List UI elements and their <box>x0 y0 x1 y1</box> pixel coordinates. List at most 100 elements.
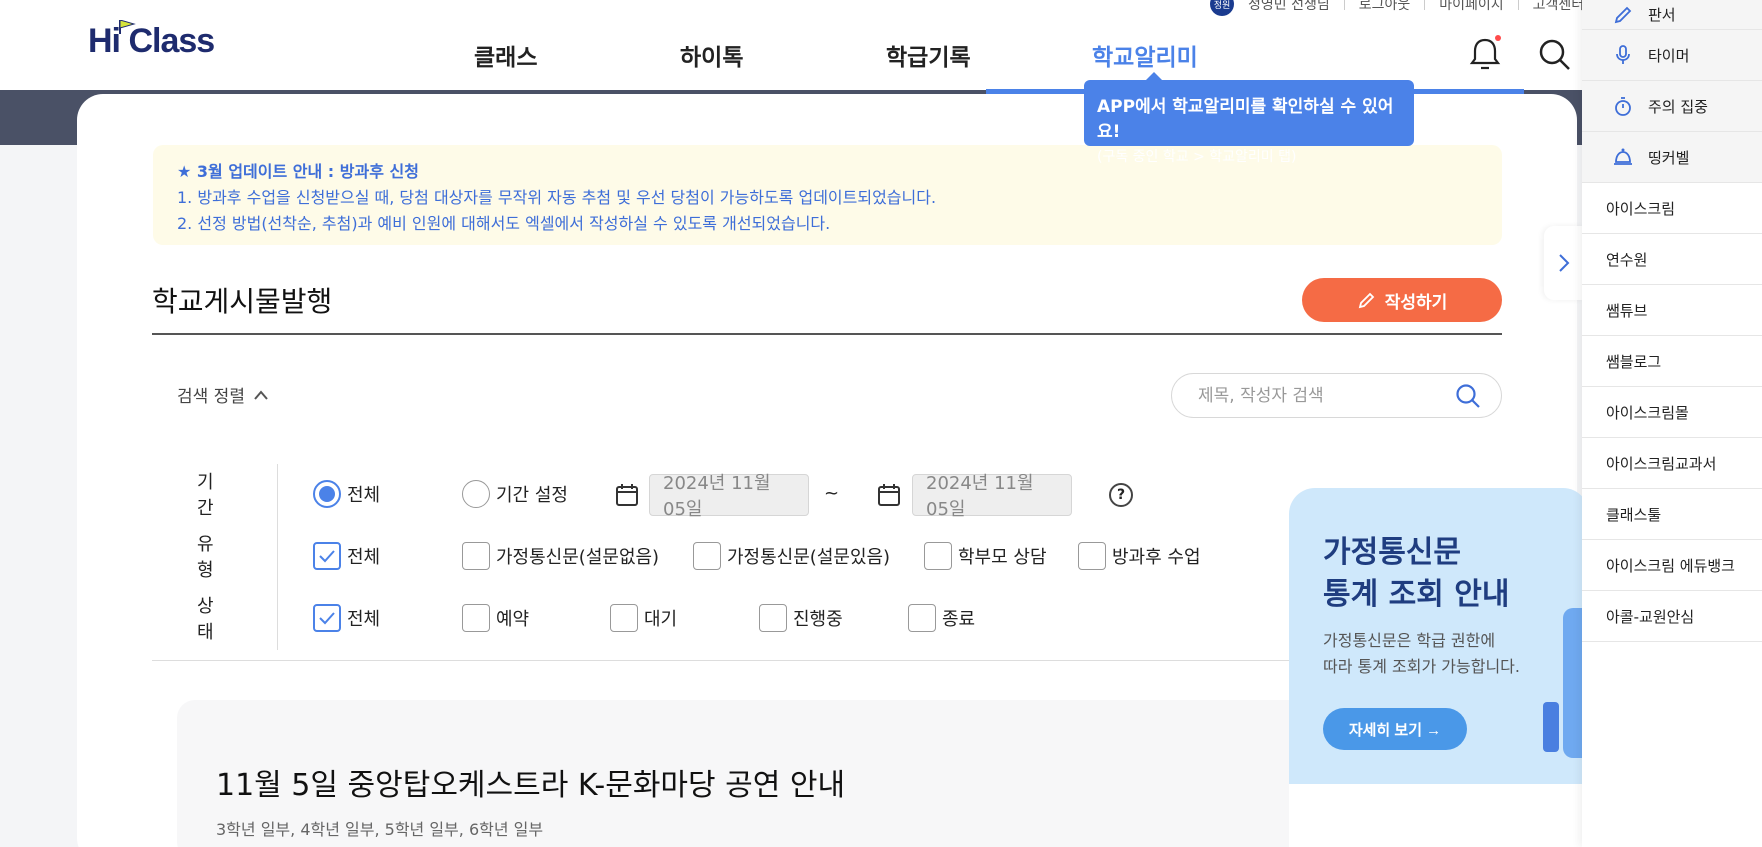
search-icon[interactable] <box>1538 38 1572 72</box>
type-parent-consult-checkbox[interactable]: 학부모 상담 <box>924 542 1047 570</box>
type-afterschool-checkbox[interactable]: 방과후 수업 <box>1078 542 1201 570</box>
status-option-label: 전체 <box>347 609 381 630</box>
status-option-label: 진행중 <box>793 609 843 630</box>
status-in-progress-checkbox[interactable]: 진행중 <box>759 604 843 632</box>
checkbox-unchecked[interactable] <box>610 604 638 632</box>
status-ended-checkbox[interactable]: 종료 <box>908 604 975 632</box>
end-date-field[interactable]: 2024년 11월 05일 <box>912 473 1072 520</box>
calendar-icon[interactable] <box>876 482 902 508</box>
status-reserved-checkbox[interactable]: 예약 <box>462 604 529 632</box>
bell-icon <box>1614 148 1632 165</box>
divider <box>1343 0 1345 10</box>
post-target: 3학년 일부, 4학년 일부, 5학년 일부, 6학년 일부 <box>216 820 544 839</box>
chevron-right-icon <box>1559 254 1570 272</box>
radio-unchecked[interactable] <box>462 480 490 508</box>
tool-thinkerbell[interactable]: 띵커벨 <box>1582 132 1762 183</box>
link-ssamtube[interactable]: 쌤튜브 <box>1582 285 1762 336</box>
post-title[interactable]: 11월 5일 중앙탑오케스트라 K-문화마당 공연 안내 <box>216 760 845 804</box>
link-classtool[interactable]: 클래스툴 <box>1582 489 1762 540</box>
sort-toggle[interactable]: 검색 정렬 <box>177 382 269 407</box>
search-input[interactable] <box>1198 385 1455 406</box>
divider <box>277 464 278 650</box>
link-training[interactable]: 연수원 <box>1582 234 1762 285</box>
stopwatch-icon <box>1615 97 1631 116</box>
tool-label: 띵커벨 <box>1648 148 1690 167</box>
banner-detail-button[interactable]: 자세히 보기 → <box>1323 708 1467 750</box>
sort-toggle-label: 검색 정렬 <box>177 387 245 407</box>
logout-link[interactable]: 로그아웃 <box>1359 0 1411 14</box>
banner-title-line1: 가정통신문 <box>1323 535 1461 570</box>
divider <box>152 660 1302 661</box>
pencil-icon <box>1358 292 1374 309</box>
link-ssamblog[interactable]: 쌤블로그 <box>1582 336 1762 387</box>
period-custom-radio[interactable]: 기간 설정 <box>462 480 568 508</box>
banner-desc-line2: 따라 통계 조회가 가능합니다. <box>1323 657 1520 676</box>
search-icon[interactable] <box>1455 383 1481 409</box>
checkbox-checked[interactable] <box>313 604 341 632</box>
nav-class[interactable]: 클래스 <box>474 38 680 72</box>
checkbox-checked[interactable] <box>313 542 341 570</box>
tool-focus[interactable]: 주의 집중 <box>1582 81 1762 132</box>
type-notice-no-survey-checkbox[interactable]: 가정통신문(설문없음) <box>462 542 659 570</box>
tool-label: 타이머 <box>1648 46 1690 65</box>
status-option-label: 종료 <box>942 609 976 630</box>
checkbox-unchecked[interactable] <box>693 542 721 570</box>
checkbox-unchecked[interactable] <box>1078 542 1106 570</box>
flag-icon <box>119 20 136 34</box>
write-button-label: 작성하기 <box>1384 292 1448 312</box>
notice-line2: 2. 선정 방법(선착순, 추첨)과 예비 인원에 대해서도 엑셀에서 작성하실… <box>177 214 831 233</box>
divider <box>152 333 1502 335</box>
period-all-radio[interactable]: 전체 <box>313 480 380 508</box>
nav-hitalk[interactable]: 하이톡 <box>680 38 886 72</box>
link-icecream[interactable]: 아이스크림 <box>1582 183 1762 234</box>
checkbox-unchecked[interactable] <box>924 542 952 570</box>
main-nav: 클래스 하이톡 학급기록 학교알리미 <box>474 38 1298 72</box>
checkbox-unchecked[interactable] <box>462 542 490 570</box>
logo-text: Hi Class <box>88 22 215 60</box>
link-edubank[interactable]: 아이스크림 에듀뱅크 <box>1582 540 1762 591</box>
mypage-link[interactable]: 마이페이지 <box>1439 0 1503 14</box>
checkbox-unchecked[interactable] <box>462 604 490 632</box>
panel-toggle-button[interactable] <box>1544 226 1584 300</box>
hiclass-logo[interactable]: Hi Class <box>88 20 215 61</box>
checkbox-unchecked[interactable] <box>759 604 787 632</box>
tool-timer[interactable]: 타이머 <box>1582 30 1762 81</box>
right-side-panel: 판서 타이머 주의 집중 띵커벨 아이스크림 연수원 쌤튜브 쌤블로그 아이스크… <box>1582 0 1762 847</box>
utility-links: 정원 정영민 선생님 로그아웃 마이페이지 고객센터 <box>1210 0 1584 16</box>
status-option-label: 예약 <box>496 609 530 630</box>
status-all-checkbox[interactable]: 전체 <box>313 604 380 632</box>
period-all-label: 전체 <box>347 485 381 506</box>
nav-class-record[interactable]: 학급기록 <box>886 38 1092 72</box>
write-button[interactable]: 작성하기 <box>1302 278 1502 322</box>
banner-description: 가정통신문은 학급 권한에 따라 통계 조회가 가능합니다. <box>1323 628 1520 680</box>
help-center-link[interactable]: 고객센터 <box>1533 0 1585 14</box>
stats-banner[interactable]: 가정통신문 통계 조회 안내 가정통신문은 학급 권한에 따라 통계 조회가 가… <box>1289 488 1589 847</box>
tool-label: 판서 <box>1648 6 1676 24</box>
banner-title: 가정통신문 통계 조회 안내 <box>1323 532 1510 616</box>
app-tooltip: APP에서 학교알리미를 확인하실 수 있어요! (구독 중인 학교 > 학교알… <box>1084 72 1414 165</box>
link-acol[interactable]: 아콜-교원안심 <box>1582 591 1762 642</box>
type-notice-survey-checkbox[interactable]: 가정통신문(설문있음) <box>693 542 890 570</box>
type-all-checkbox[interactable]: 전체 <box>313 542 380 570</box>
status-waiting-checkbox[interactable]: 대기 <box>610 604 677 632</box>
notice-line1: 1. 방과후 수업을 신청받으실 때, 당첨 대상자를 무작위 자동 추첨 및 … <box>177 188 937 207</box>
divider <box>1424 0 1426 10</box>
check-icon <box>319 612 335 625</box>
type-option-label: 방과후 수업 <box>1112 547 1201 568</box>
nav-school-notice[interactable]: 학교알리미 <box>1092 38 1298 72</box>
user-name: 정영민 선생님 <box>1248 0 1330 13</box>
banner-desc-line1: 가정통신문은 학급 권한에 <box>1323 631 1496 650</box>
calendar-icon[interactable] <box>614 482 640 508</box>
notification-bell-icon[interactable] <box>1468 35 1502 72</box>
link-icecream-textbook[interactable]: 아이스크림교과서 <box>1582 438 1762 489</box>
status-option-label: 대기 <box>644 609 678 630</box>
help-icon[interactable]: ? <box>1109 483 1133 507</box>
type-label: 유형 <box>197 534 214 581</box>
tool-board[interactable]: 판서 <box>1582 0 1762 30</box>
checkbox-unchecked[interactable] <box>908 604 936 632</box>
pen-icon <box>1614 6 1632 23</box>
start-date-field[interactable]: 2024년 11월 05일 <box>649 473 809 520</box>
radio-checked[interactable] <box>313 480 341 508</box>
status-label: 상태 <box>197 596 214 643</box>
link-icecream-mall[interactable]: 아이스크림몰 <box>1582 387 1762 438</box>
